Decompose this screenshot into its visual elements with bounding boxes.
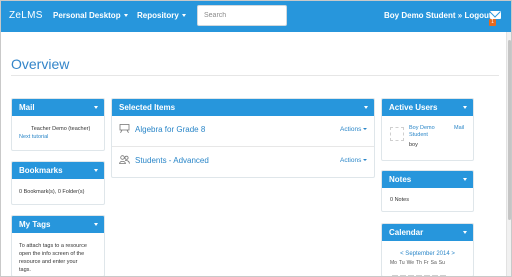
bookmarks-panel-title: Bookmarks <box>19 166 63 175</box>
calendar-month-nav[interactable]: < September 2014 > <box>382 251 473 257</box>
scrollbar-thumb[interactable] <box>508 40 511 220</box>
chevron-down-icon <box>363 128 368 131</box>
calendar-panel: Calendar < September 2014 > Mo Tu We Th … <box>381 223 474 276</box>
chevron-down-icon[interactable] <box>94 106 98 109</box>
weekday-label: Th <box>416 260 422 266</box>
weekday-label: We <box>406 260 415 266</box>
mail-icon[interactable] <box>490 11 501 19</box>
weekday-label: Su <box>438 260 445 266</box>
active-users-panel-header[interactable]: Active Users <box>382 99 473 116</box>
nav-personal-desktop-label: Personal Desktop <box>53 11 121 20</box>
mail-panel-title: Mail <box>19 103 35 112</box>
selected-item-row: Students - Advanced Actions <box>112 147 374 177</box>
bookmarks-panel-header[interactable]: Bookmarks <box>12 162 104 179</box>
page-title: Overview <box>11 56 70 72</box>
mail-panel-header[interactable]: Mail <box>12 99 104 116</box>
notes-summary: 0 Notes <box>390 197 409 203</box>
mail-count-badge: 1 <box>489 19 496 26</box>
tags-panel-header[interactable]: My Tags <box>12 216 104 233</box>
mail-message-link[interactable]: Next tutorial <box>19 134 48 140</box>
bookmarks-panel: Bookmarks 0 Bookmark(s), 0 Folder(s) <box>11 161 105 205</box>
notes-panel: Notes 0 Notes <box>381 170 474 212</box>
weekday-label: Fr <box>423 260 429 266</box>
group-icon <box>119 155 130 164</box>
chevron-down-icon[interactable] <box>463 178 467 181</box>
tags-help-line: tags. <box>19 267 31 273</box>
weekday-label: Tu <box>398 260 405 266</box>
calendar-weekday-header: Mo Tu We Th Fr Sa Su <box>389 260 446 266</box>
selected-item-title[interactable]: Students - Advanced <box>135 156 209 165</box>
avatar[interactable] <box>390 127 404 141</box>
title-divider <box>11 75 499 76</box>
app-frame: ZeLMS Personal Desktop Repository Boy De… <box>0 0 512 277</box>
calendar-panel-header[interactable]: Calendar <box>382 224 473 241</box>
top-navbar: ZeLMS Personal Desktop Repository Boy De… <box>1 1 511 32</box>
weekday-label: Sa <box>430 260 437 266</box>
calendar-panel-title: Calendar <box>389 228 424 237</box>
selected-item-row: Algebra for Grade 8 Actions <box>112 116 374 147</box>
mail-panel: Mail Teacher Demo (teacher) Next tutoria… <box>11 98 105 151</box>
chevron-down-icon <box>363 159 368 162</box>
tags-panel: My Tags To attach tags to a resource ope… <box>11 215 105 276</box>
active-user-name-link[interactable]: Boy Demo Student <box>409 125 435 139</box>
chevron-down-icon <box>123 14 128 18</box>
chevron-down-icon <box>181 14 186 18</box>
notes-panel-title: Notes <box>389 175 412 184</box>
nav-repository-label: Repository <box>137 11 179 20</box>
selected-items-panel-title: Selected Items <box>119 103 176 112</box>
chevron-down-icon[interactable] <box>94 223 98 226</box>
nav-repository[interactable]: Repository <box>137 11 186 20</box>
actions-dropdown[interactable]: Actions <box>340 126 368 133</box>
selected-item-title[interactable]: Algebra for Grade 8 <box>135 125 205 134</box>
mail-sender: Teacher Demo (teacher) <box>31 126 91 132</box>
page-scrollbar[interactable] <box>506 32 511 276</box>
weekday-label: Mo <box>390 260 397 266</box>
tags-panel-title: My Tags <box>19 220 51 229</box>
course-icon <box>119 124 130 133</box>
actions-label: Actions <box>340 157 362 164</box>
active-user-name-line: Boy Demo <box>409 125 435 131</box>
chevron-down-icon[interactable] <box>463 231 467 234</box>
active-users-panel: Active Users Boy Demo Student boy Mail <box>381 98 474 161</box>
tags-help-text: To attach tags to a resource open the in… <box>19 242 87 274</box>
brand-logo[interactable]: ZeLMS <box>9 10 43 21</box>
calendar-first-week <box>391 269 447 276</box>
active-user-name-line: Student <box>409 132 428 138</box>
chevron-down-icon[interactable] <box>463 106 467 109</box>
nav-personal-desktop[interactable]: Personal Desktop <box>53 11 128 20</box>
actions-dropdown[interactable]: Actions <box>340 157 368 164</box>
active-users-panel-title: Active Users <box>389 103 438 112</box>
chevron-down-icon[interactable] <box>94 169 98 172</box>
active-user-login: boy <box>409 142 418 148</box>
selected-items-panel-header[interactable]: Selected Items <box>112 99 374 116</box>
tags-help-line: To attach tags to a resource <box>19 243 87 249</box>
notes-panel-header[interactable]: Notes <box>382 171 473 188</box>
tags-help-line: resource and enter your <box>19 259 78 265</box>
search-input[interactable] <box>197 5 287 26</box>
bookmarks-summary: 0 Bookmark(s), 0 Folder(s) <box>19 189 85 195</box>
selected-items-panel: Selected Items Algebra for Grade 8 Actio… <box>111 98 375 178</box>
send-mail-link[interactable]: Mail <box>454 125 464 131</box>
chevron-down-icon[interactable] <box>364 106 368 109</box>
tags-help-line: open the info screen of the <box>19 251 85 257</box>
user-logout-link[interactable]: Boy Demo Student » Logout <box>384 11 492 20</box>
actions-label: Actions <box>340 126 362 133</box>
